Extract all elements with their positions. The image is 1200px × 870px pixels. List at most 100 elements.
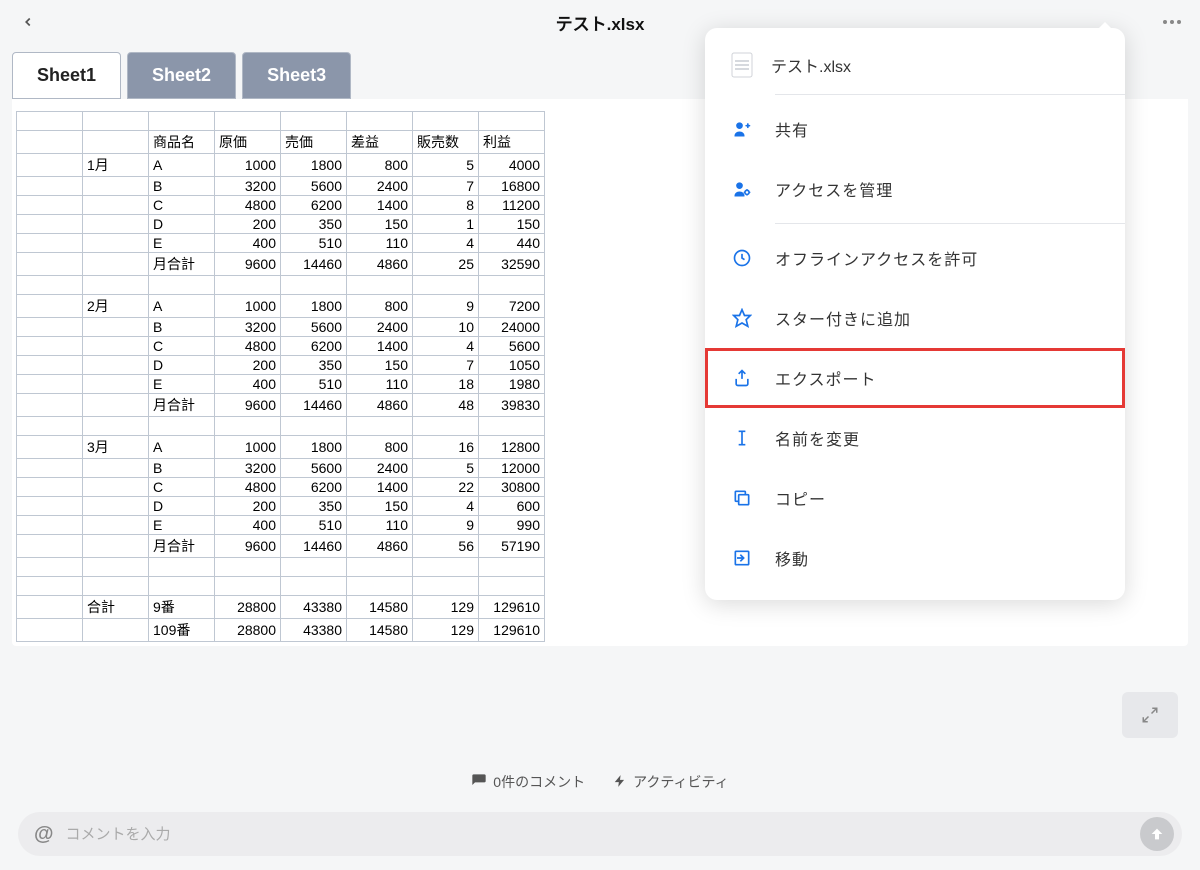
cell[interactable]	[83, 253, 149, 276]
cell[interactable]: 4860	[347, 535, 413, 558]
cell[interactable]	[17, 318, 83, 337]
cell[interactable]: 1月	[83, 154, 149, 177]
cell[interactable]	[17, 196, 83, 215]
cell[interactable]: 129610	[479, 596, 545, 619]
cell[interactable]: 110	[347, 375, 413, 394]
cell[interactable]	[149, 112, 215, 131]
cell[interactable]	[83, 516, 149, 535]
cell[interactable]	[17, 375, 83, 394]
cell[interactable]: 1000	[215, 436, 281, 459]
cell[interactable]: 150	[347, 497, 413, 516]
cell[interactable]: 18	[413, 375, 479, 394]
cell[interactable]: 8	[413, 196, 479, 215]
cell[interactable]	[83, 619, 149, 642]
cell[interactable]	[413, 577, 479, 596]
menu-item-rename[interactable]: 名前を変更	[705, 408, 1125, 468]
cell[interactable]	[347, 558, 413, 577]
cell[interactable]: A	[149, 154, 215, 177]
cell[interactable]: B	[149, 459, 215, 478]
cell[interactable]: 1400	[347, 478, 413, 497]
cell[interactable]: 22	[413, 478, 479, 497]
cell[interactable]	[17, 154, 83, 177]
cell[interactable]	[347, 417, 413, 436]
cell[interactable]: 28800	[215, 619, 281, 642]
cell[interactable]: 150	[347, 215, 413, 234]
cell[interactable]	[215, 577, 281, 596]
cell[interactable]: 1800	[281, 436, 347, 459]
cell[interactable]: 1400	[347, 196, 413, 215]
cell[interactable]: 4	[413, 234, 479, 253]
cell[interactable]: 200	[215, 497, 281, 516]
cell[interactable]: 2400	[347, 318, 413, 337]
cell[interactable]: 14460	[281, 253, 347, 276]
cell[interactable]	[347, 276, 413, 295]
cell[interactable]: 4800	[215, 337, 281, 356]
cell[interactable]: 5600	[281, 177, 347, 196]
cell[interactable]: A	[149, 295, 215, 318]
cell[interactable]	[83, 417, 149, 436]
cell[interactable]	[83, 394, 149, 417]
cell[interactable]	[83, 337, 149, 356]
cell[interactable]: 1800	[281, 154, 347, 177]
cell[interactable]	[413, 112, 479, 131]
cell[interactable]: 12800	[479, 436, 545, 459]
cell[interactable]: 6200	[281, 337, 347, 356]
cell[interactable]: 400	[215, 375, 281, 394]
cell[interactable]	[17, 436, 83, 459]
header-cell[interactable]: 販売数	[413, 131, 479, 154]
cell[interactable]: 4	[413, 497, 479, 516]
cell[interactable]	[83, 356, 149, 375]
cell[interactable]: 1050	[479, 356, 545, 375]
cell[interactable]	[17, 276, 83, 295]
cell[interactable]: 14460	[281, 394, 347, 417]
cell[interactable]: 9番	[149, 596, 215, 619]
cell[interactable]: 4	[413, 337, 479, 356]
cell[interactable]: E	[149, 375, 215, 394]
cell[interactable]	[83, 215, 149, 234]
menu-item-offline[interactable]: オフラインアクセスを許可	[705, 228, 1125, 288]
cell[interactable]: 28800	[215, 596, 281, 619]
cell[interactable]: 月合計	[149, 394, 215, 417]
cell[interactable]	[479, 112, 545, 131]
cell[interactable]	[17, 535, 83, 558]
cell[interactable]: 129610	[479, 619, 545, 642]
cell[interactable]: 1400	[347, 337, 413, 356]
cell[interactable]	[83, 478, 149, 497]
send-button[interactable]	[1140, 817, 1174, 851]
cell[interactable]	[281, 112, 347, 131]
cell[interactable]: 7200	[479, 295, 545, 318]
cell[interactable]	[17, 356, 83, 375]
cell[interactable]: D	[149, 497, 215, 516]
cell[interactable]	[83, 535, 149, 558]
cell[interactable]: 129	[413, 596, 479, 619]
cell[interactable]: 150	[347, 356, 413, 375]
cell[interactable]: 2400	[347, 177, 413, 196]
mention-icon[interactable]: @	[34, 823, 54, 846]
cell[interactable]: 3200	[215, 318, 281, 337]
cell[interactable]: 月合計	[149, 253, 215, 276]
cell[interactable]: 9	[413, 295, 479, 318]
cell[interactable]: 200	[215, 356, 281, 375]
cell[interactable]	[479, 577, 545, 596]
cell[interactable]	[83, 196, 149, 215]
cell[interactable]	[17, 577, 83, 596]
cell[interactable]	[479, 276, 545, 295]
cell[interactable]	[17, 459, 83, 478]
cell[interactable]: 800	[347, 154, 413, 177]
cell[interactable]: 200	[215, 215, 281, 234]
cell[interactable]: 510	[281, 375, 347, 394]
cell[interactable]	[149, 577, 215, 596]
header-cell[interactable]: 商品名	[149, 131, 215, 154]
cell[interactable]: 56	[413, 535, 479, 558]
cell[interactable]: D	[149, 356, 215, 375]
cell[interactable]: 3200	[215, 177, 281, 196]
cell[interactable]	[215, 276, 281, 295]
cell[interactable]	[17, 215, 83, 234]
cell[interactable]	[17, 417, 83, 436]
cell[interactable]: 9600	[215, 394, 281, 417]
cell[interactable]	[215, 558, 281, 577]
cell[interactable]	[17, 478, 83, 497]
cell[interactable]: 110	[347, 516, 413, 535]
cell[interactable]: 32590	[479, 253, 545, 276]
cell[interactable]: 10	[413, 318, 479, 337]
